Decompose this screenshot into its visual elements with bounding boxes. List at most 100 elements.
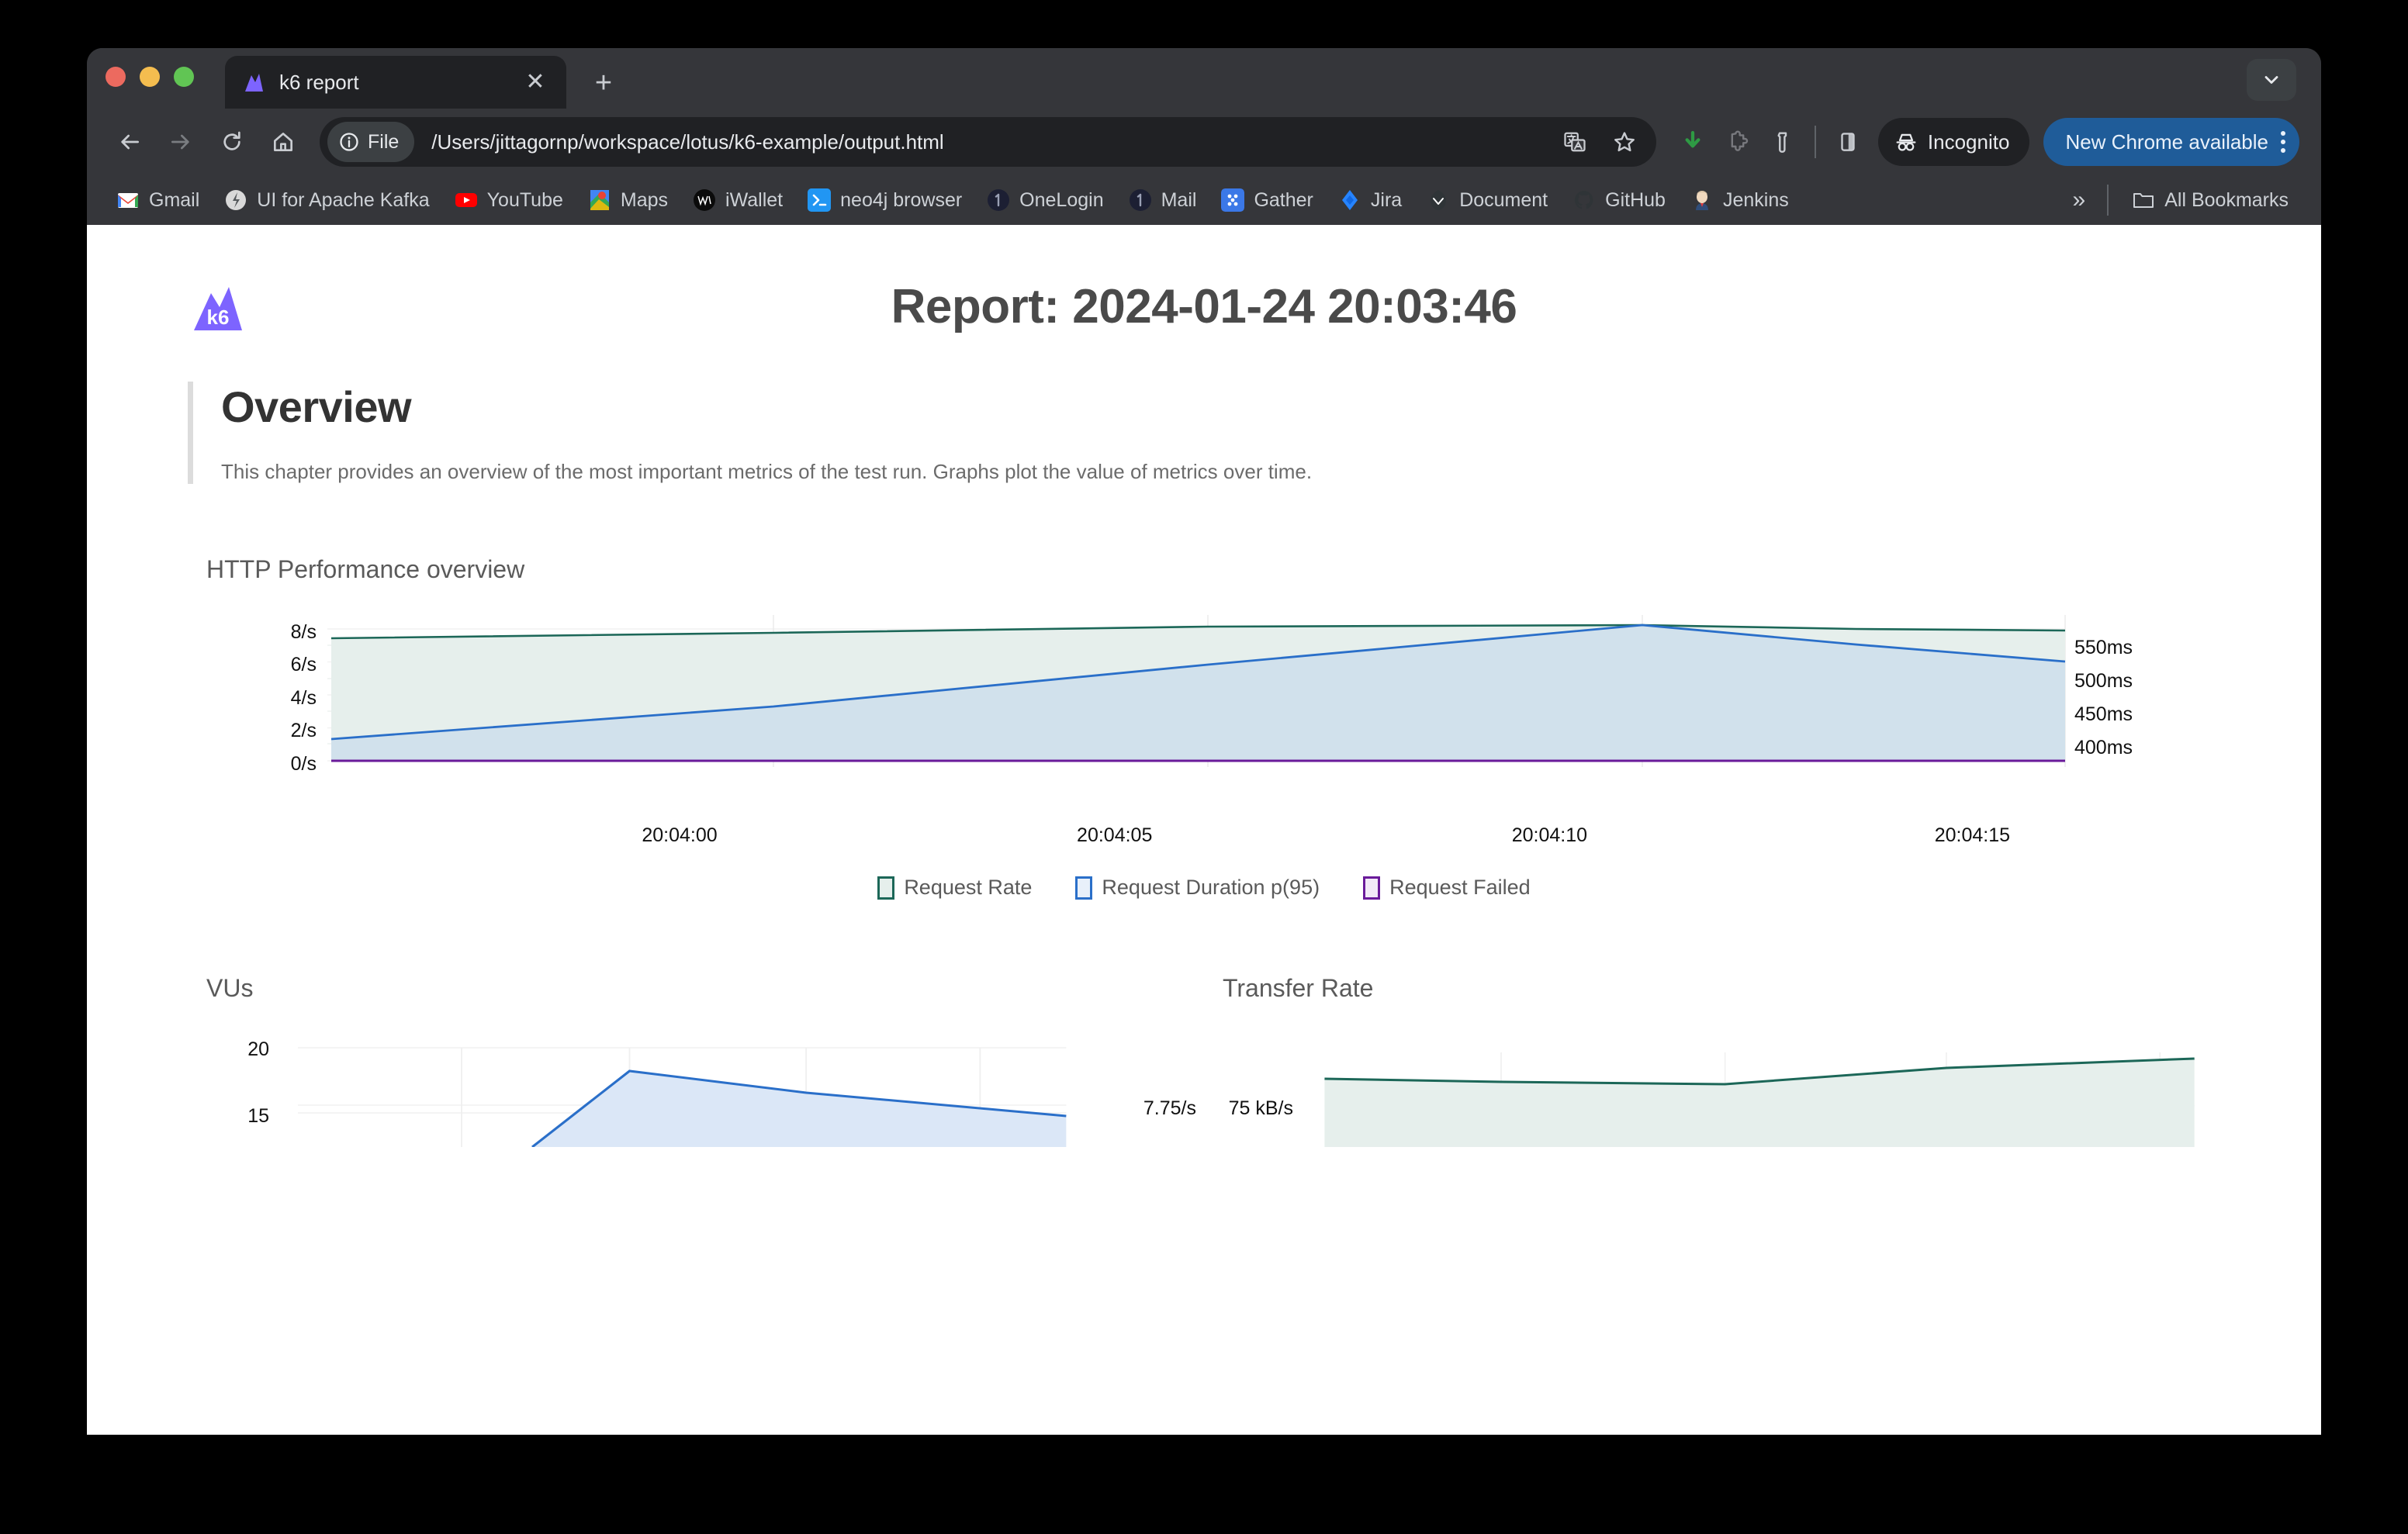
bookmark-star-button[interactable] xyxy=(1604,121,1645,163)
chart-canvas xyxy=(327,615,2066,767)
legend-swatch-icon xyxy=(877,876,895,900)
chrome-update-button[interactable]: New Chrome available xyxy=(2043,118,2299,166)
kafka-icon xyxy=(224,188,247,212)
secondary-charts-row: VUs 20 15 7.75/s Transfer Rate 75 kB/s xyxy=(188,974,2220,1147)
vus-chart: 20 15 7.75/s xyxy=(188,1031,1204,1147)
minimize-window-button[interactable] xyxy=(140,67,160,87)
window-controls xyxy=(106,48,194,109)
bookmark-iwallet[interactable]: iWallet xyxy=(680,180,795,220)
reload-icon xyxy=(223,131,240,150)
document-icon xyxy=(1427,188,1450,212)
bookmark-label: Gmail xyxy=(149,188,200,211)
close-window-button[interactable] xyxy=(106,67,126,87)
incognito-indicator[interactable]: Incognito xyxy=(1877,118,2030,166)
translate-icon xyxy=(1564,132,1586,152)
tab-strip: k6 report ✕ + xyxy=(87,48,2321,109)
section-accent-bar xyxy=(188,382,193,484)
bookmarks-divider xyxy=(2107,185,2109,216)
x-axis-tick: 20:04:15 xyxy=(1934,824,2011,846)
bookmark-label: YouTube xyxy=(486,188,563,211)
x-axis-labels: 20:04:00 20:04:05 20:04:10 20:04:15 xyxy=(188,814,2220,857)
home-button[interactable] xyxy=(259,118,307,166)
maps-icon xyxy=(588,188,611,212)
side-panel-icon xyxy=(1841,133,1855,151)
site-info-chip[interactable]: File xyxy=(327,122,415,162)
bookmark-github[interactable]: GitHub xyxy=(1560,180,1678,220)
x-axis-tick: 20:04:05 xyxy=(1077,824,1153,846)
chevron-down-icon xyxy=(2264,76,2278,84)
new-tab-button[interactable]: + xyxy=(586,68,621,98)
side-panel-button[interactable] xyxy=(1827,121,1869,163)
legend-label: Request Failed xyxy=(1389,876,1531,899)
bookmark-gmail[interactable]: Gmail xyxy=(104,180,212,220)
transfer-rate-chart: 75 kB/s xyxy=(1204,1031,2220,1147)
bookmark-label: UI for Apache Kafka xyxy=(257,188,430,211)
profile-button[interactable] xyxy=(1762,121,1804,163)
chart-title: HTTP Performance overview xyxy=(206,555,525,583)
bookmark-mail[interactable]: Mail xyxy=(1116,180,1209,220)
series-area-vus xyxy=(298,1071,1067,1147)
reload-button[interactable] xyxy=(208,118,256,166)
download-button[interactable] xyxy=(1672,121,1714,163)
bookmark-onelogin[interactable]: OneLogin xyxy=(974,180,1116,220)
scheme-label: File xyxy=(368,130,400,153)
legend-item-request-failed[interactable]: Request Failed xyxy=(1363,876,1531,900)
bookmark-jira[interactable]: Jira xyxy=(1326,180,1414,220)
x-axis-tick: 20:04:00 xyxy=(642,824,718,846)
chart-canvas xyxy=(298,1047,1067,1147)
section-heading: Overview xyxy=(221,382,412,431)
bookmark-label: iWallet xyxy=(725,188,784,211)
translate-button[interactable] xyxy=(1554,121,1596,163)
tab-search-button[interactable] xyxy=(2247,59,2296,101)
mail-icon xyxy=(1129,188,1152,212)
bookmark-maps[interactable]: Maps xyxy=(576,180,680,220)
http-performance-chart: 8/s 6/s 4/s 2/s 0/s 550ms 500ms 450ms 40… xyxy=(188,615,2220,857)
bookmark-youtube[interactable]: YouTube xyxy=(442,180,576,220)
legend-label: Request Rate xyxy=(904,876,1033,899)
all-bookmarks-label: All Bookmarks xyxy=(2164,188,2289,211)
x-axis-tick: 20:04:10 xyxy=(1511,824,1588,846)
forward-button[interactable] xyxy=(157,118,205,166)
back-button[interactable] xyxy=(106,118,154,166)
onelogin-icon xyxy=(987,188,1010,212)
gmail-icon xyxy=(116,188,140,212)
chart-canvas xyxy=(1324,1052,2195,1147)
star-icon xyxy=(1614,132,1635,152)
legend-label: Request Duration p(95) xyxy=(1102,876,1320,899)
gather-icon xyxy=(1221,188,1245,212)
page-content: k6 Report: 2024-01-24 20:03:46 Overview … xyxy=(87,225,2321,1435)
browser-tab[interactable]: k6 report ✕ xyxy=(225,56,566,109)
all-bookmarks-button[interactable]: All Bookmarks xyxy=(2119,180,2301,220)
page-title: Report: 2024-01-24 20:03:46 xyxy=(891,279,1517,333)
download-icon xyxy=(1685,130,1700,148)
tab-title: k6 report xyxy=(279,70,359,94)
legend-swatch-icon xyxy=(1075,876,1093,900)
report-header: k6 Report: 2024-01-24 20:03:46 xyxy=(188,225,2220,333)
browser-toolbar: File /Users/jittagornp/workspace/lotus/k… xyxy=(87,109,2321,175)
vus-chart-block: VUs 20 15 7.75/s xyxy=(188,974,1204,1147)
section-description: This chapter provides an overview of the… xyxy=(221,460,1313,483)
bookmark-gather[interactable]: Gather xyxy=(1209,180,1325,220)
folder-icon xyxy=(2132,188,2155,212)
kebab-menu-icon[interactable] xyxy=(2281,131,2285,153)
bookmark-label: Document xyxy=(1459,188,1548,211)
legend-item-request-rate[interactable]: Request Rate xyxy=(877,876,1032,900)
bookmark-jenkins[interactable]: Jenkins xyxy=(1678,180,1801,220)
bookmark-label: Jira xyxy=(1370,188,1403,211)
bookmark-ui-for-apache-kafka[interactable]: UI for Apache Kafka xyxy=(212,180,441,220)
iwallet-icon xyxy=(693,188,716,212)
legend-item-request-duration[interactable]: Request Duration p(95) xyxy=(1075,876,1320,900)
extensions-button[interactable] xyxy=(1717,121,1759,163)
bookmark-label: GitHub xyxy=(1605,188,1666,211)
bookmark-label: Jenkins xyxy=(1722,188,1789,211)
maximize-window-button[interactable] xyxy=(174,67,194,87)
bookmarks-overflow-button[interactable]: » xyxy=(2062,187,2097,213)
address-bar[interactable]: File /Users/jittagornp/workspace/lotus/k… xyxy=(320,117,1656,167)
puzzle-icon xyxy=(1731,130,1749,151)
close-tab-button[interactable]: ✕ xyxy=(521,71,549,94)
forward-icon xyxy=(171,134,189,150)
bookmark-document[interactable]: Document xyxy=(1414,180,1560,220)
jira-icon xyxy=(1338,188,1361,212)
bookmark-neo4j-browser[interactable]: neo4j browser xyxy=(795,180,974,220)
legend-swatch-icon xyxy=(1363,876,1381,900)
